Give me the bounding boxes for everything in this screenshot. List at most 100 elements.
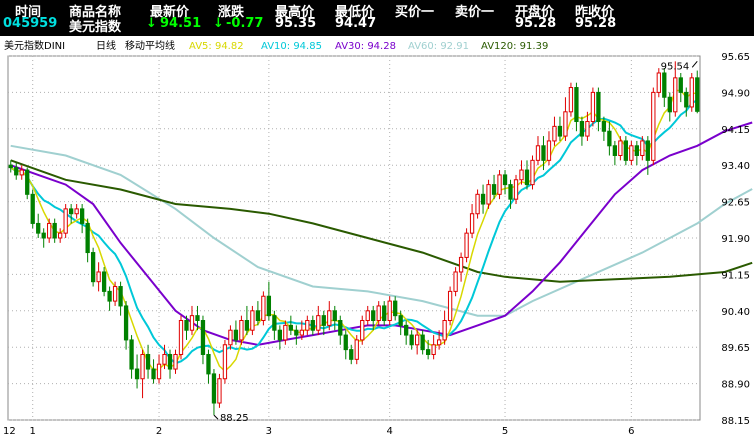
quote-prev-close: 95.28 (575, 16, 617, 31)
candle-body (640, 140, 645, 156)
candle-body (354, 339, 359, 360)
candle-body (228, 329, 233, 346)
candle-body (52, 222, 57, 239)
candle-body (101, 271, 107, 292)
x-tick-label: 6 (628, 426, 634, 436)
candle-body (519, 169, 524, 181)
candle-body (327, 310, 332, 326)
candle-body (634, 145, 639, 156)
candle-body (217, 378, 222, 404)
candle-body (453, 271, 458, 292)
candle-body (546, 140, 552, 161)
y-tick-label: 88.15 (721, 416, 750, 427)
candle-body (524, 169, 530, 186)
candle-body (69, 208, 74, 215)
quote-bar: 时间 商品名称 最新价 涨跌 最高价 最低价 买价一 卖价一 开盘价 昨收价 0… (0, 0, 754, 36)
candle-body (436, 339, 442, 346)
candle-body (25, 169, 30, 195)
candle-body (404, 324, 409, 336)
candle-body (332, 310, 337, 322)
candle-body (667, 96, 672, 113)
header-ask: 卖价一 (455, 5, 495, 20)
quote-high: 95.35 (275, 16, 317, 31)
candle-body (447, 290, 453, 322)
candle-body (590, 91, 596, 123)
candle-body (513, 179, 519, 200)
candle-body (85, 222, 90, 254)
candle-body (541, 145, 546, 161)
candle-body (41, 232, 46, 239)
y-tick-label: 90.40 (721, 307, 750, 318)
candle-body (96, 271, 101, 283)
candle-body (30, 193, 35, 224)
candle-body (651, 91, 656, 161)
candle-body (178, 320, 184, 355)
candle-body (343, 334, 348, 351)
candle-body (579, 121, 585, 137)
candle-body (200, 320, 206, 355)
indicator-bar: 美元指数DINI 日线 移动平均线 AV5: 94.82 AV10: 94.85… (0, 36, 754, 53)
candle-body (233, 329, 239, 341)
annotation-label: 95.54 (661, 61, 690, 72)
candle-body (250, 310, 255, 331)
candle-body (63, 208, 68, 234)
candle-body (338, 320, 343, 336)
y-tick-label: 91.15 (721, 270, 750, 281)
candle-body (629, 145, 634, 161)
candle-body (316, 315, 321, 331)
indicator-name: 移动平均线 (125, 39, 175, 52)
y-tick-label: 92.65 (721, 198, 750, 209)
indicator-symbol: 美元指数DINI (4, 39, 65, 52)
candle-body (123, 305, 129, 341)
y-tick-label: 89.65 (721, 343, 750, 354)
header-bid: 买价一 (395, 5, 435, 20)
candle-body (294, 329, 299, 336)
candle-body (475, 193, 480, 215)
candle-body (222, 344, 228, 380)
candle-body (574, 87, 579, 123)
candle-body (321, 315, 326, 326)
candle-body (19, 169, 24, 176)
quote-low: 94.47 (335, 16, 377, 31)
candle-body (398, 315, 403, 326)
y-tick-label: 93.40 (721, 161, 750, 172)
down-arrow-icon: ↓ (213, 16, 224, 31)
candle-body (107, 290, 112, 302)
candle-body (134, 368, 140, 380)
quote-change: -0.77 (226, 16, 264, 31)
candle-body (162, 353, 167, 365)
candle-body (420, 334, 425, 351)
candle-body (283, 324, 288, 341)
candle-body (189, 315, 195, 331)
candle-body (58, 232, 63, 239)
candle-body (277, 329, 283, 341)
candle-body (349, 349, 354, 360)
candle-body (442, 320, 447, 341)
candle-body (288, 324, 293, 331)
x-tick-label: 2 (156, 426, 162, 436)
candle-body (393, 300, 398, 317)
ma30-label: AV30: 94.28 (335, 41, 396, 52)
candle-body (74, 208, 79, 215)
candle-body (206, 353, 211, 375)
candle-body (469, 213, 475, 234)
indicator-period: 日线 (96, 39, 116, 52)
ma60-label: AV60: 92.91 (408, 41, 469, 52)
candle-body (530, 159, 535, 186)
quote-open: 95.28 (515, 16, 557, 31)
candle-body (272, 315, 277, 331)
candle-body (557, 125, 563, 137)
candle-body (497, 174, 502, 195)
y-tick-label: 94.90 (721, 88, 750, 99)
candle-body (568, 87, 574, 113)
candle-body (8, 164, 13, 169)
candle-body (458, 256, 464, 273)
x-tick-label: 4 (387, 426, 393, 436)
candle-body (607, 130, 612, 147)
candle-body (266, 295, 272, 317)
candle-body (90, 252, 96, 283)
candle-body (299, 329, 304, 336)
candle-body (585, 121, 590, 137)
candle-body (656, 72, 661, 93)
candle-body (678, 77, 683, 93)
